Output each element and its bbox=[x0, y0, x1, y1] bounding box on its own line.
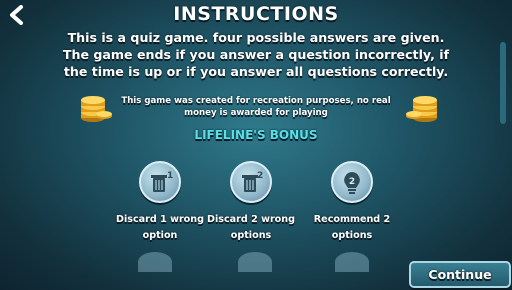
lifelines-heading: LIFELINE'S BONUS bbox=[194, 128, 318, 142]
continue-button[interactable]: Continue bbox=[409, 261, 511, 288]
instructions-text: This is a quiz game. four possible answe… bbox=[62, 30, 450, 79]
lifeline-peek bbox=[335, 252, 369, 272]
recommend-icon: 2 bbox=[344, 172, 360, 194]
lifeline-label: Recommend 2 options bbox=[313, 214, 391, 241]
lifeline-icon-button: 2 bbox=[230, 161, 272, 203]
lifeline-recommend: 2 Recommend 2 options bbox=[297, 161, 407, 244]
lifeline-icon-button: 1 bbox=[139, 161, 181, 203]
lifeline-badge: 2 bbox=[257, 171, 263, 181]
scrollbar[interactable] bbox=[500, 42, 506, 124]
coin-stack-icon bbox=[406, 96, 437, 122]
coin-stack-icon bbox=[81, 96, 112, 122]
lifeline-icon-button: 2 bbox=[331, 161, 373, 203]
discard-two-icon: 2 bbox=[242, 171, 263, 192]
discard-one-icon: 1 bbox=[151, 171, 173, 192]
page-title: INSTRUCTIONS bbox=[173, 3, 339, 25]
lifeline-peek bbox=[238, 252, 272, 272]
lifeline-badge: 2 bbox=[349, 177, 355, 187]
lifeline-discard-two: 2 Discard 2 wrong options bbox=[196, 161, 306, 244]
disclaimer-text: This game was created for recreation pur… bbox=[121, 96, 391, 118]
lifeline-peek bbox=[138, 252, 172, 272]
lifeline-label: Discard 2 wrong options bbox=[207, 214, 295, 241]
lifeline-badge: 1 bbox=[167, 171, 173, 181]
